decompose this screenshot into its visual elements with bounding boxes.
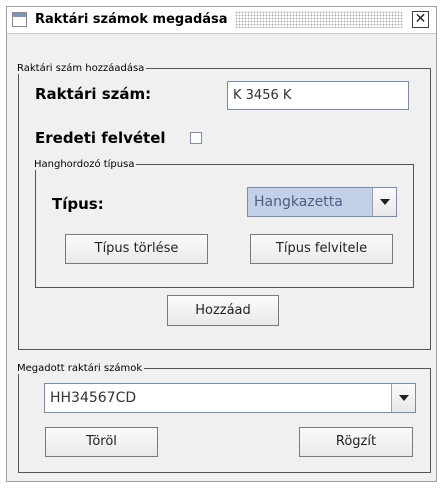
- medium-type-legend: Hanghordozó típusa: [34, 159, 135, 170]
- window-title: Raktári számok megadása: [35, 12, 228, 27]
- chevron-down-icon[interactable]: [391, 384, 415, 412]
- medium-type-group: Hanghordozó típusa: [34, 159, 414, 288]
- close-icon[interactable]: ✕: [412, 11, 429, 28]
- create-type-button[interactable]: Típus felvitele: [250, 234, 393, 264]
- type-select[interactable]: Hangkazetta: [247, 187, 397, 217]
- chevron-down-icon[interactable]: [372, 188, 396, 216]
- delete-type-button[interactable]: Típus törlése: [65, 234, 208, 264]
- entered-numbers-select[interactable]: HH34567CD: [44, 383, 416, 413]
- add-stock-number-legend: Raktári szám hozzáadása: [17, 63, 145, 74]
- original-recording-label: Eredeti felvétel: [35, 129, 166, 147]
- type-label: Típus:: [52, 195, 104, 213]
- type-select-value: Hangkazetta: [248, 188, 372, 216]
- stock-number-input[interactable]: [227, 81, 409, 110]
- window-icon: [12, 12, 27, 27]
- add-button[interactable]: Hozzáad: [167, 295, 279, 326]
- entered-numbers-value: HH34567CD: [50, 390, 137, 406]
- title-bar-pattern: [235, 11, 403, 28]
- original-recording-checkbox[interactable]: [190, 132, 202, 144]
- entered-numbers-legend: Megadott raktári számok: [17, 363, 143, 374]
- save-button[interactable]: Rögzít: [299, 427, 413, 457]
- delete-button[interactable]: Töröl: [45, 427, 158, 457]
- dialog-window: Raktári számok megadása ✕ Raktári szám h…: [6, 6, 437, 482]
- stock-number-label: Raktári szám:: [35, 85, 152, 103]
- title-bar[interactable]: Raktári számok megadása ✕: [7, 7, 436, 34]
